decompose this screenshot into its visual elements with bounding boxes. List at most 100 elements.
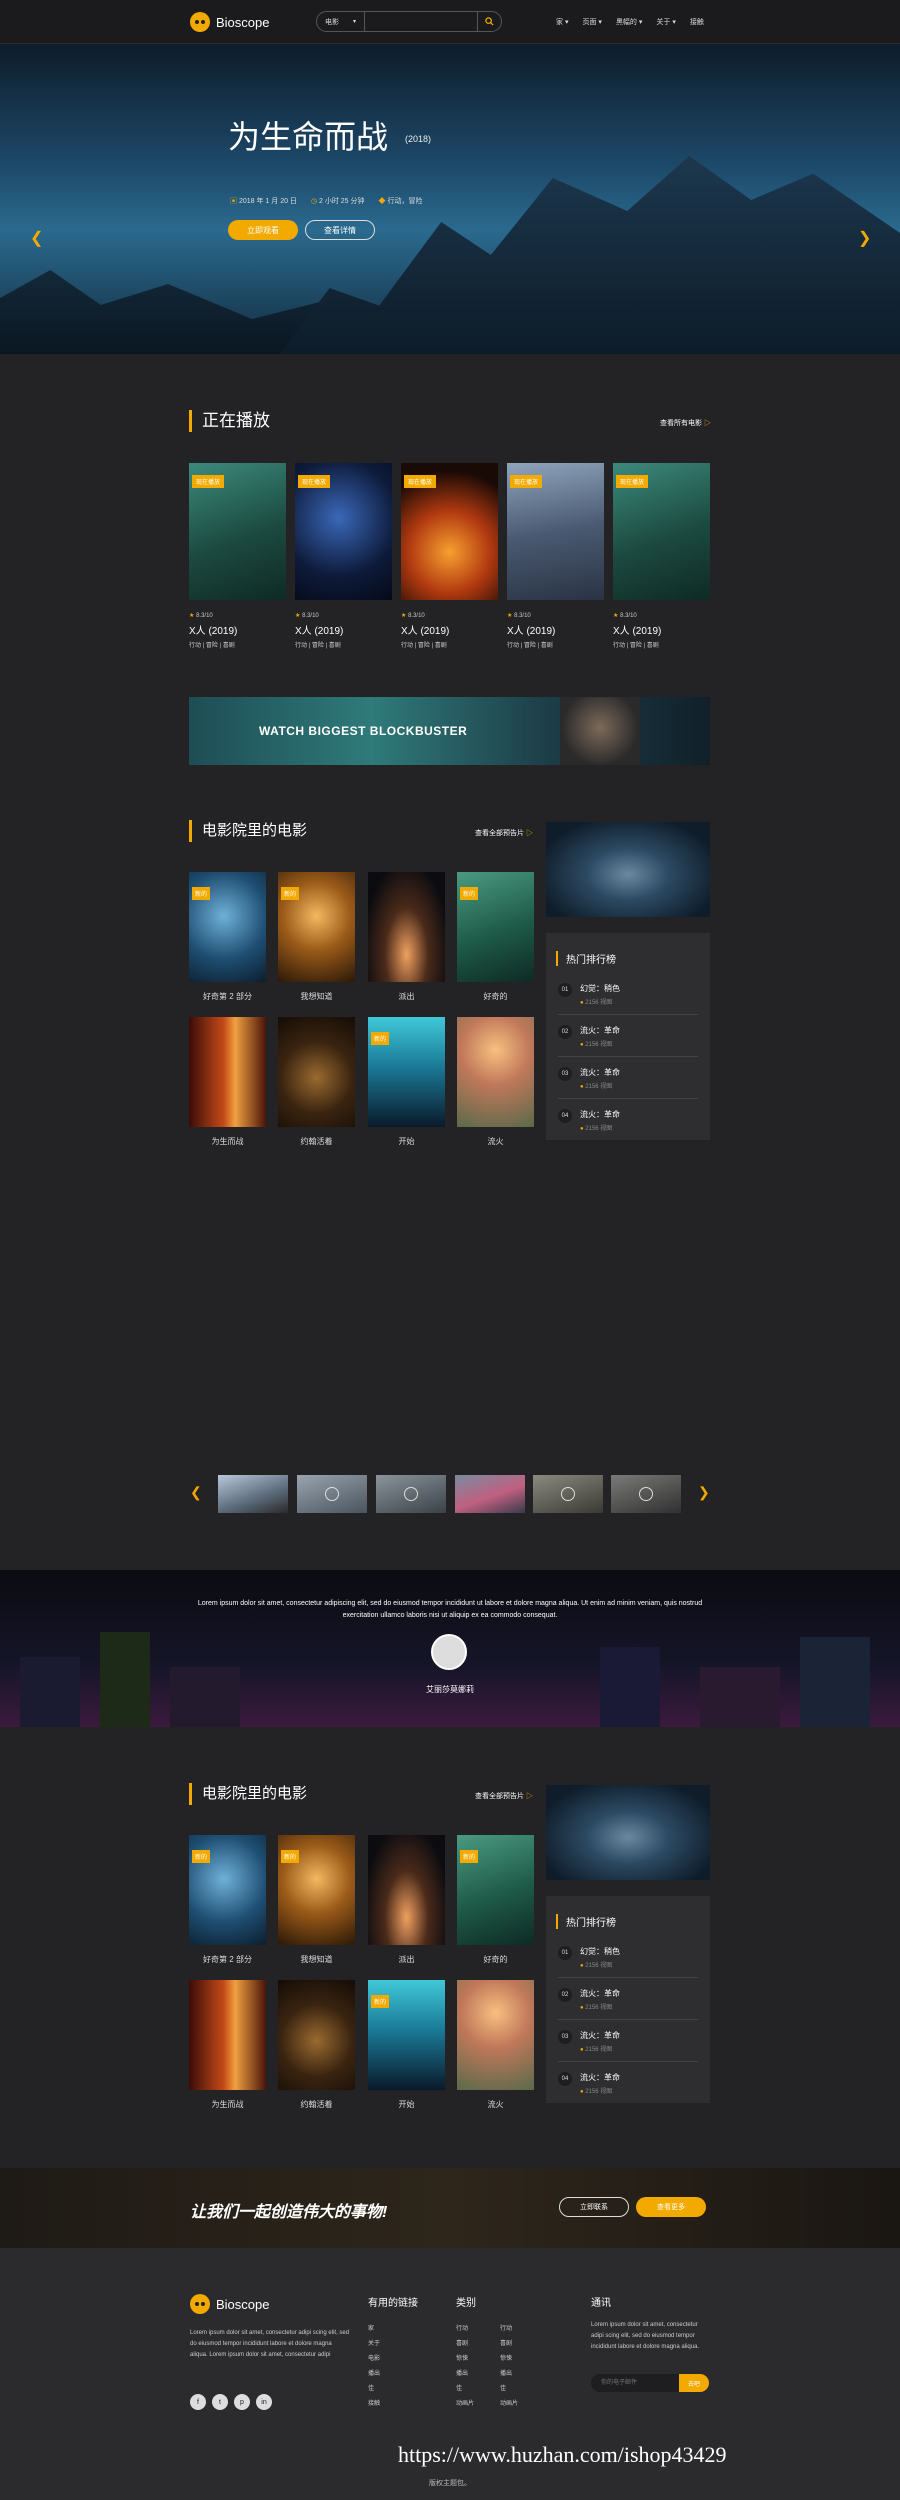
footer-link[interactable]: 接触 [368,2397,380,2412]
nav-item-about[interactable]: 关于 ▾ [656,17,675,27]
now-playing-card[interactable]: 现在播放 ★ 8.3/10 X人 (2019) 行动 | 冒险 | 喜剧 [613,463,710,649]
newsletter-email-input[interactable] [591,2374,681,2392]
video-thumb[interactable] [533,1475,603,1513]
now-playing-card[interactable]: 现在播放 ★ 8.3/10 X人 (2019) 行动 | 冒险 | 喜剧 [507,463,604,649]
cinema-card[interactable]: 新的 开始 [368,1980,445,2110]
category-link[interactable]: 播出 [500,2367,518,2382]
cinema-card[interactable]: 新的 好奇第 2 部分 [189,872,266,1002]
blockbuster-banner[interactable]: WATCH BIGGEST BLOCKBUSTER [189,697,710,765]
search-input[interactable] [365,12,477,31]
search-button[interactable] [477,12,501,31]
hero-next-arrow-icon[interactable]: ❯ [858,228,871,248]
category-link[interactable]: 喜剧 [456,2337,474,2352]
watch-now-button[interactable]: 立即观看 [228,220,298,240]
view-details-button[interactable]: 查看详情 [305,220,375,240]
video-thumb[interactable] [455,1475,525,1513]
see-all-movies-link[interactable]: 查看所有电影 ▷ [660,418,711,428]
category-link[interactable]: 惊悚 [500,2352,518,2367]
facebook-icon[interactable]: f [190,2394,206,2410]
ranking-item[interactable]: 04 流火：革命 ● 2156 视图 [558,1101,698,1141]
logo[interactable]: Bioscope [190,12,269,32]
twitter-icon[interactable]: t [212,2394,228,2410]
movie-poster: 新的 [368,1980,445,2090]
footer-link[interactable]: 电影 [368,2352,380,2367]
nav-item-contact[interactable]: 接触 [690,17,704,27]
contact-now-button[interactable]: 立即联系 [559,2197,629,2217]
cinema-card[interactable]: 流火 [457,1017,534,1147]
ranking-item[interactable]: 04 流火：革命 ● 2156 视图 [558,2064,698,2104]
nav-item-home[interactable]: 家 ▾ [556,17,568,27]
ranking-item[interactable]: 03 流火：革命 ● 2156 视图 [558,2022,698,2062]
cinema-card[interactable]: 派出 [368,1835,445,1965]
video-thumb[interactable] [218,1475,288,1513]
cinema-card[interactable]: 新的 我想知道 [278,1835,355,1965]
view-more-button[interactable]: 查看更多 [636,2197,706,2217]
cinema-card[interactable]: 新的 好奇的 [457,1835,534,1965]
cinema-card[interactable]: 为生而战 [189,1017,266,1147]
cinema-card[interactable]: 约翰活着 [278,1017,355,1147]
chevron-right-icon: ▷ [703,420,711,427]
thumb-prev-arrow-icon[interactable]: ❮ [190,1484,202,1501]
sidebar-ad-image[interactable] [546,1785,710,1880]
ranking-item[interactable]: 03 流火：革命 ● 2156 视图 [558,1059,698,1099]
sidebar-ad-image[interactable] [546,822,710,917]
movie-title: 好奇的 [483,992,508,1001]
movie-title: X人 (2019) [507,626,556,637]
ranking-title: 热门排行榜 [556,1914,616,1929]
footer-link[interactable]: 家 [368,2322,380,2337]
see-all-trailers-link[interactable]: 查看全部预告片 ▷ [475,828,533,838]
cinema-card[interactable]: 新的 好奇第 2 部分 [189,1835,266,1965]
movie-poster: 现在播放 [189,463,286,600]
cinema-card[interactable]: 派出 [368,872,445,1002]
star-icon: ★ [295,613,301,619]
video-thumb[interactable] [297,1475,367,1513]
ranking-item[interactable]: 02 流火：革命 ● 2156 视图 [558,1980,698,2020]
category-link[interactable]: 动画片 [500,2397,518,2412]
hero-prev-arrow-icon[interactable]: ❮ [30,228,43,248]
movie-title: 派出 [398,1955,415,1964]
movie-poster: 新的 [278,1835,355,1945]
play-icon [561,1487,575,1501]
category-link[interactable]: 行动 [500,2322,518,2337]
nav-item-pages[interactable]: 页面 ▾ [582,17,601,27]
cinema-card[interactable]: 为生而战 [189,1980,266,2110]
now-playing-card[interactable]: 现在播放 ★ 8.3/10 X人 (2019) 行动 | 冒险 | 喜剧 [401,463,498,649]
video-thumb[interactable] [376,1475,446,1513]
now-playing-card[interactable]: 现在播放 ★ 8.3/10 X人 (2019) 行动 | 冒险 | 喜剧 [189,463,286,649]
footer-link[interactable]: 关于 [368,2337,380,2352]
cinema-card[interactable]: 新的 我想知道 [278,872,355,1002]
cinema-card[interactable]: 约翰活着 [278,1980,355,2110]
category-link[interactable]: 惊悚 [456,2352,474,2367]
footer-logo[interactable]: Bioscope [190,2294,269,2314]
ranking-item[interactable]: 02 流火：革命 ● 2156 视图 [558,1017,698,1057]
movie-poster [368,1835,445,1945]
pinterest-icon[interactable]: p [234,2394,250,2410]
thumb-next-arrow-icon[interactable]: ❯ [698,1484,710,1501]
category-link[interactable]: 行动 [456,2322,474,2337]
cinema-card[interactable]: 新的 开始 [368,1017,445,1147]
video-thumb[interactable] [611,1475,681,1513]
search-category-select[interactable]: 电影 ▾ [317,12,365,31]
hero-meta: ▣ 2018 年 1 月 20 日 ◷ 2 小时 25 分钟 ◆ 行动，冒险 [230,196,422,206]
linkedin-icon[interactable]: in [256,2394,272,2410]
category-link[interactable]: 动画片 [456,2397,474,2412]
now-playing-card[interactable]: 现在播放 ★ 8.3/10 X人 (2019) 行动 | 冒险 | 喜剧 [295,463,392,649]
movie-poster [368,872,445,982]
category-link[interactable]: 播出 [456,2367,474,2382]
footer-link[interactable]: 佳 [368,2382,380,2397]
cinema-card[interactable]: 新的 好奇的 [457,872,534,1002]
footer-link[interactable]: 播出 [368,2367,380,2382]
clock-icon: ◷ [310,198,318,205]
see-all-trailers-link[interactable]: 查看全部预告片 ▷ [475,1791,533,1801]
nav-item-blog[interactable]: 黑幅的 ▾ [616,17,642,27]
category-link[interactable]: 佳 [500,2382,518,2397]
cinema-card[interactable]: 流火 [457,1980,534,2110]
ranking-item[interactable]: 01 幻觉：稍色 ● 2156 视图 [558,975,698,1015]
skyline-building [700,1667,780,1727]
search-icon [485,17,494,26]
ranking-item[interactable]: 01 幻觉：稍色 ● 2156 视图 [558,1938,698,1978]
category-link[interactable]: 佳 [456,2382,474,2397]
category-link[interactable]: 喜剧 [500,2337,518,2352]
movie-poster: 现在播放 [295,463,392,600]
newsletter-submit-button[interactable]: 去吧 [679,2374,709,2392]
